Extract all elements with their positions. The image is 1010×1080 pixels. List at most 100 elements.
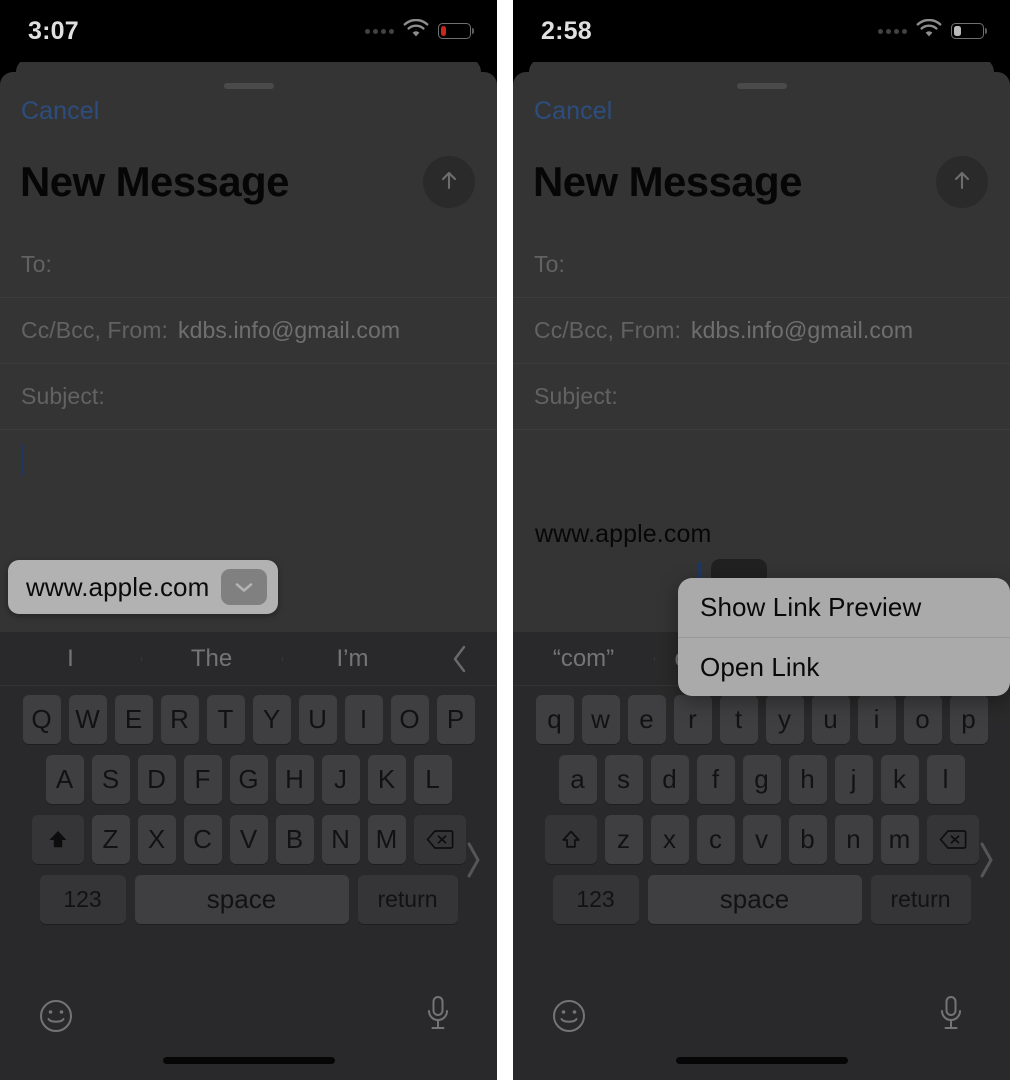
key-m[interactable]: M xyxy=(367,815,406,864)
key-s[interactable]: S xyxy=(91,755,130,804)
return-key[interactable]: return xyxy=(870,875,971,924)
numeric-key[interactable]: 123 xyxy=(39,875,126,924)
shift-outline-icon[interactable] xyxy=(544,815,597,864)
sheet-grabber[interactable] xyxy=(223,83,274,89)
space-key[interactable]: space xyxy=(134,875,349,924)
suggestion-1[interactable]: The xyxy=(141,645,282,673)
cancel-button[interactable]: Cancel xyxy=(21,97,99,126)
field-subject[interactable]: Subject: xyxy=(513,364,1010,430)
menu-item-open-link[interactable]: Open Link xyxy=(678,637,1010,696)
cancel-button[interactable]: Cancel xyxy=(534,97,612,126)
key-z[interactable]: z xyxy=(604,815,643,864)
field-ccbcc-from[interactable]: Cc/Bcc, From: kdbs.info@gmail.com xyxy=(0,298,497,364)
key-u[interactable]: U xyxy=(298,695,337,744)
key-k[interactable]: k xyxy=(880,755,919,804)
key-j[interactable]: j xyxy=(834,755,873,804)
key-u[interactable]: u xyxy=(811,695,850,744)
key-m[interactable]: m xyxy=(880,815,919,864)
return-key[interactable]: return xyxy=(357,875,458,924)
backspace-icon[interactable] xyxy=(413,815,466,864)
home-indicator[interactable] xyxy=(162,1057,335,1064)
key-x[interactable]: X xyxy=(137,815,176,864)
home-indicator[interactable] xyxy=(675,1057,848,1064)
battery-mid-icon xyxy=(951,23,988,39)
key-row-2: A S D F G H J K L xyxy=(0,755,497,804)
key-g[interactable]: G xyxy=(229,755,268,804)
key-r[interactable]: R xyxy=(160,695,199,744)
key-t[interactable]: t xyxy=(719,695,758,744)
chevron-right-icon[interactable] xyxy=(463,838,483,887)
key-b[interactable]: B xyxy=(275,815,314,864)
key-y[interactable]: Y xyxy=(252,695,291,744)
field-to[interactable]: To: xyxy=(0,232,497,298)
key-p[interactable]: P xyxy=(436,695,475,744)
key-h[interactable]: h xyxy=(788,755,827,804)
key-i[interactable]: i xyxy=(857,695,896,744)
field-to[interactable]: To: xyxy=(513,232,1010,298)
key-row-3: z x c v b n m xyxy=(513,815,1010,864)
key-l[interactable]: l xyxy=(926,755,965,804)
backspace-icon[interactable] xyxy=(926,815,979,864)
chevron-down-icon[interactable] xyxy=(221,569,268,605)
suggestion-0[interactable]: I xyxy=(0,645,141,673)
key-t[interactable]: T xyxy=(206,695,245,744)
key-b[interactable]: b xyxy=(788,815,827,864)
key-w[interactable]: w xyxy=(581,695,620,744)
key-q[interactable]: q xyxy=(535,695,574,744)
key-p[interactable]: p xyxy=(949,695,988,744)
key-n[interactable]: n xyxy=(834,815,873,864)
key-c[interactable]: C xyxy=(183,815,222,864)
microphone-icon[interactable] xyxy=(938,994,964,1039)
key-f[interactable]: F xyxy=(183,755,222,804)
key-z[interactable]: Z xyxy=(91,815,130,864)
numeric-key[interactable]: 123 xyxy=(552,875,639,924)
key-d[interactable]: d xyxy=(650,755,689,804)
key-o[interactable]: O xyxy=(390,695,429,744)
key-k[interactable]: K xyxy=(367,755,406,804)
key-f[interactable]: f xyxy=(696,755,735,804)
sheet-header: New Message xyxy=(513,148,1010,216)
send-button[interactable] xyxy=(936,156,988,208)
key-c[interactable]: c xyxy=(696,815,735,864)
key-d[interactable]: D xyxy=(137,755,176,804)
key-a[interactable]: A xyxy=(45,755,84,804)
key-y[interactable]: y xyxy=(765,695,804,744)
key-e[interactable]: e xyxy=(627,695,666,744)
message-link-text[interactable]: www.apple.com xyxy=(535,520,711,549)
key-i[interactable]: I xyxy=(344,695,383,744)
key-a[interactable]: a xyxy=(558,755,597,804)
microphone-icon[interactable] xyxy=(425,994,451,1039)
key-s[interactable]: s xyxy=(604,755,643,804)
status-bar: 3:07 xyxy=(0,0,497,62)
key-n[interactable]: N xyxy=(321,815,360,864)
emoji-smiley-icon[interactable] xyxy=(38,998,74,1039)
key-v[interactable]: V xyxy=(229,815,268,864)
key-j[interactable]: J xyxy=(321,755,360,804)
sheet-grabber[interactable] xyxy=(736,83,787,89)
key-v[interactable]: v xyxy=(742,815,781,864)
link-editor-pill[interactable]: www.apple.com xyxy=(8,560,279,614)
suggestion-0[interactable]: “com” xyxy=(513,645,654,673)
menu-item-show-link-preview[interactable]: Show Link Preview xyxy=(678,578,1010,637)
key-g[interactable]: g xyxy=(742,755,781,804)
key-w[interactable]: W xyxy=(68,695,107,744)
key-o[interactable]: o xyxy=(903,695,942,744)
send-button[interactable] xyxy=(423,156,475,208)
field-ccbcc-from[interactable]: Cc/Bcc, From: kdbs.info@gmail.com xyxy=(513,298,1010,364)
key-q[interactable]: Q xyxy=(22,695,61,744)
shift-filled-icon[interactable] xyxy=(31,815,84,864)
key-h[interactable]: H xyxy=(275,755,314,804)
key-l[interactable]: L xyxy=(413,755,452,804)
suggestion-2[interactable]: I’m xyxy=(282,645,423,673)
key-r[interactable]: r xyxy=(673,695,712,744)
key-x[interactable]: x xyxy=(650,815,689,864)
emoji-smiley-icon[interactable] xyxy=(551,998,587,1039)
status-indicators xyxy=(878,18,988,43)
chevron-left-icon[interactable] xyxy=(423,643,497,675)
chevron-right-icon[interactable] xyxy=(976,838,996,887)
key-e[interactable]: E xyxy=(114,695,153,744)
compose-sheet: Cancel New Message To: Cc/Bcc, From: kdb… xyxy=(513,72,1010,1080)
space-key[interactable]: space xyxy=(647,875,862,924)
field-subject[interactable]: Subject: xyxy=(0,364,497,430)
status-time: 3:07 xyxy=(28,16,79,45)
